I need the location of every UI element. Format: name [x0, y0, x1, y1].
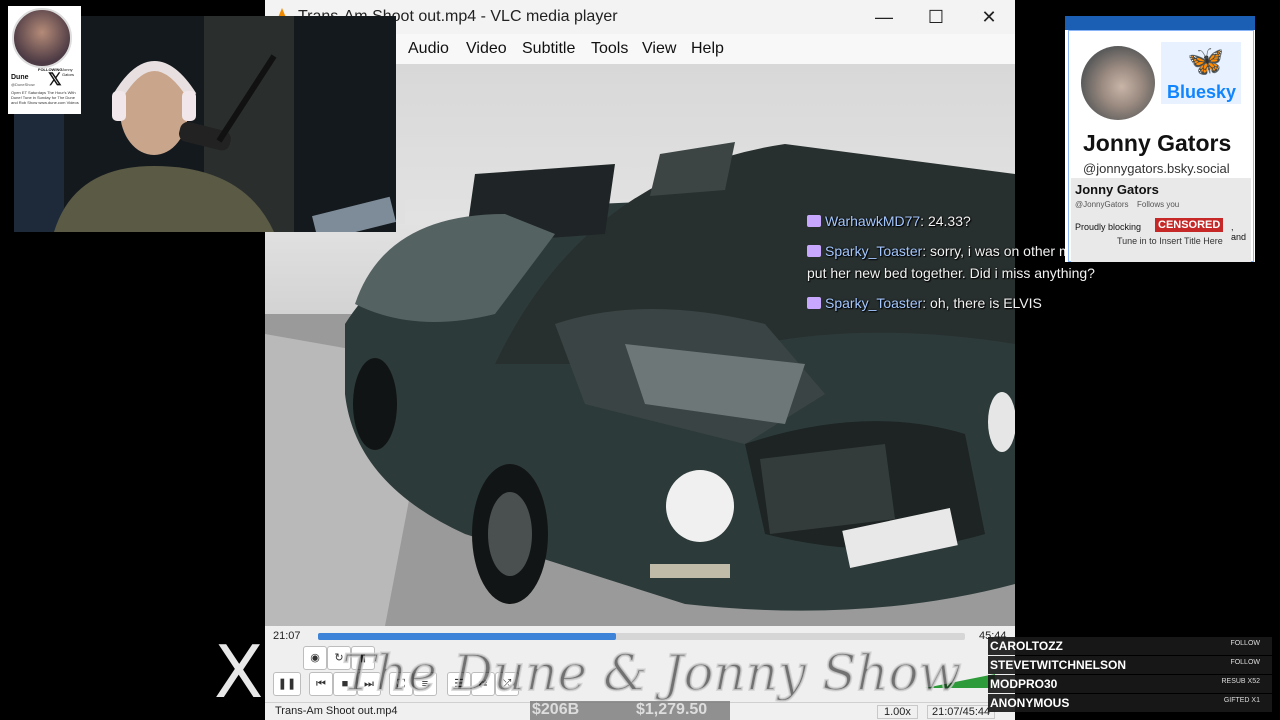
chat-message: Sparky_Toaster: oh, there is ELVIS — [807, 295, 1042, 311]
card-bio: Open ET Saturdays The Hour's With Dune! … — [11, 90, 79, 105]
menu-subtitle[interactable]: Subtitle — [522, 40, 575, 58]
x-profile-card: 𝕏 FOLLOWING Jonny Gators Dune @DuneShow … — [8, 6, 81, 114]
stat-total: $206B — [532, 701, 580, 718]
profile-name: Jonny Gators — [1075, 182, 1159, 197]
follows-you-badge: Follows you — [1137, 200, 1180, 209]
avatar — [12, 8, 72, 68]
chat-username: WarhawkMD77 — [825, 213, 921, 229]
profile-bio-line2: Tune in to Insert Title Here — [1117, 236, 1223, 246]
chat-message-continued: put her new bed together. Did i miss any… — [807, 265, 1095, 281]
chat-text: : oh, there is ELVIS — [922, 295, 1042, 311]
profile-handle: @JonnyGators — [1075, 200, 1129, 209]
profile-bio-start: Proudly blocking — [1075, 222, 1142, 232]
bluesky-name: Jonny Gators — [1083, 130, 1232, 156]
event-type: RESUB X52 — [1221, 678, 1260, 685]
x-logo-icon: 𝕏 — [48, 70, 62, 89]
pause-icon: ❚❚ — [277, 678, 297, 690]
butterfly-icon: 🦋 — [1187, 45, 1225, 78]
bluesky-panel: 🦋 Bluesky Jonny Gators @jonnygators.bsky… — [1065, 16, 1255, 262]
chat-badge-icon — [807, 245, 821, 257]
menu-audio[interactable]: Audio — [408, 40, 449, 58]
playback-speed[interactable]: 1.00x — [877, 705, 918, 719]
minimize-button[interactable]: — — [861, 0, 907, 34]
following-label: FOLLOWING — [38, 67, 63, 72]
status-filename: Trans-Am Shoot out.mp4 — [275, 705, 398, 717]
stat-amount: $1,279.50 — [636, 701, 708, 718]
bluesky-brand-box: 🦋 Bluesky — [1161, 42, 1241, 104]
event-name: MODPRO30 — [990, 677, 1058, 691]
elapsed-time: 21:07 — [273, 630, 301, 642]
bluesky-brand: Bluesky — [1167, 82, 1237, 102]
skip-back-icon: ⏮ — [316, 678, 326, 690]
chat-username: Sparky_Toaster — [825, 295, 923, 311]
event-name: STEVETWITCHNELSON — [990, 658, 1127, 672]
bluesky-avatar — [1081, 46, 1155, 120]
event-name: ANONYMOUS — [990, 696, 1070, 710]
menu-view[interactable]: View — [642, 40, 676, 58]
close-button[interactable]: ✕ — [966, 0, 1012, 34]
event-row: CAROLTOZZ FOLLOW — [988, 637, 1272, 655]
event-row: MODPRO30 RESUB X52 — [988, 675, 1272, 693]
menu-help[interactable]: Help — [691, 40, 724, 58]
show-title: The Dune & Jonny Show — [341, 643, 962, 703]
status-time[interactable]: 21:07/45:44 — [927, 705, 996, 719]
chat-text: : 24.33? — [920, 213, 971, 229]
event-row: ANONYMOUS GIFTED X1 — [988, 694, 1272, 712]
stats-bar: $206B $1,279.50 — [530, 701, 730, 720]
card-name: Dune — [11, 74, 29, 81]
profile-preview: Jonny Gators @JonnyGators Follows you Pr… — [1071, 178, 1251, 262]
event-type: FOLLOW — [1230, 659, 1260, 666]
event-row: STEVETWITCHNELSON FOLLOW — [988, 656, 1272, 674]
snapshot-button[interactable]: ◉ — [303, 646, 327, 670]
bluesky-handle: @jonnygators.bsky.social — [1083, 161, 1230, 176]
x-logo-icon: X — [214, 630, 264, 714]
pause-button[interactable]: ❚❚ — [273, 672, 301, 696]
chat-badge-icon — [807, 215, 821, 227]
camera-icon: ◉ — [310, 652, 320, 664]
censored-stamp: CENSORED — [1155, 218, 1224, 232]
chat-message: WarhawkMD77: 24.33? — [807, 213, 971, 229]
seek-bar[interactable] — [318, 633, 965, 640]
following-name: Jonny Gators — [62, 67, 75, 77]
event-type: GIFTED X1 — [1223, 697, 1260, 704]
menu-video[interactable]: Video — [466, 40, 507, 58]
previous-button[interactable]: ⏮ — [309, 672, 333, 696]
panel-header — [1065, 16, 1255, 30]
event-type: FOLLOW — [1230, 640, 1260, 647]
seek-progress — [318, 633, 616, 640]
card-handle: @DuneShow — [11, 82, 35, 87]
chat-badge-icon — [807, 297, 821, 309]
menu-tools[interactable]: Tools — [591, 40, 628, 58]
chat-username: Sparky_Toaster — [825, 243, 923, 259]
profile-bio-end: , and — [1231, 222, 1247, 242]
event-name: CAROLTOZZ — [990, 639, 1063, 653]
maximize-button[interactable]: ☐ — [913, 0, 959, 34]
